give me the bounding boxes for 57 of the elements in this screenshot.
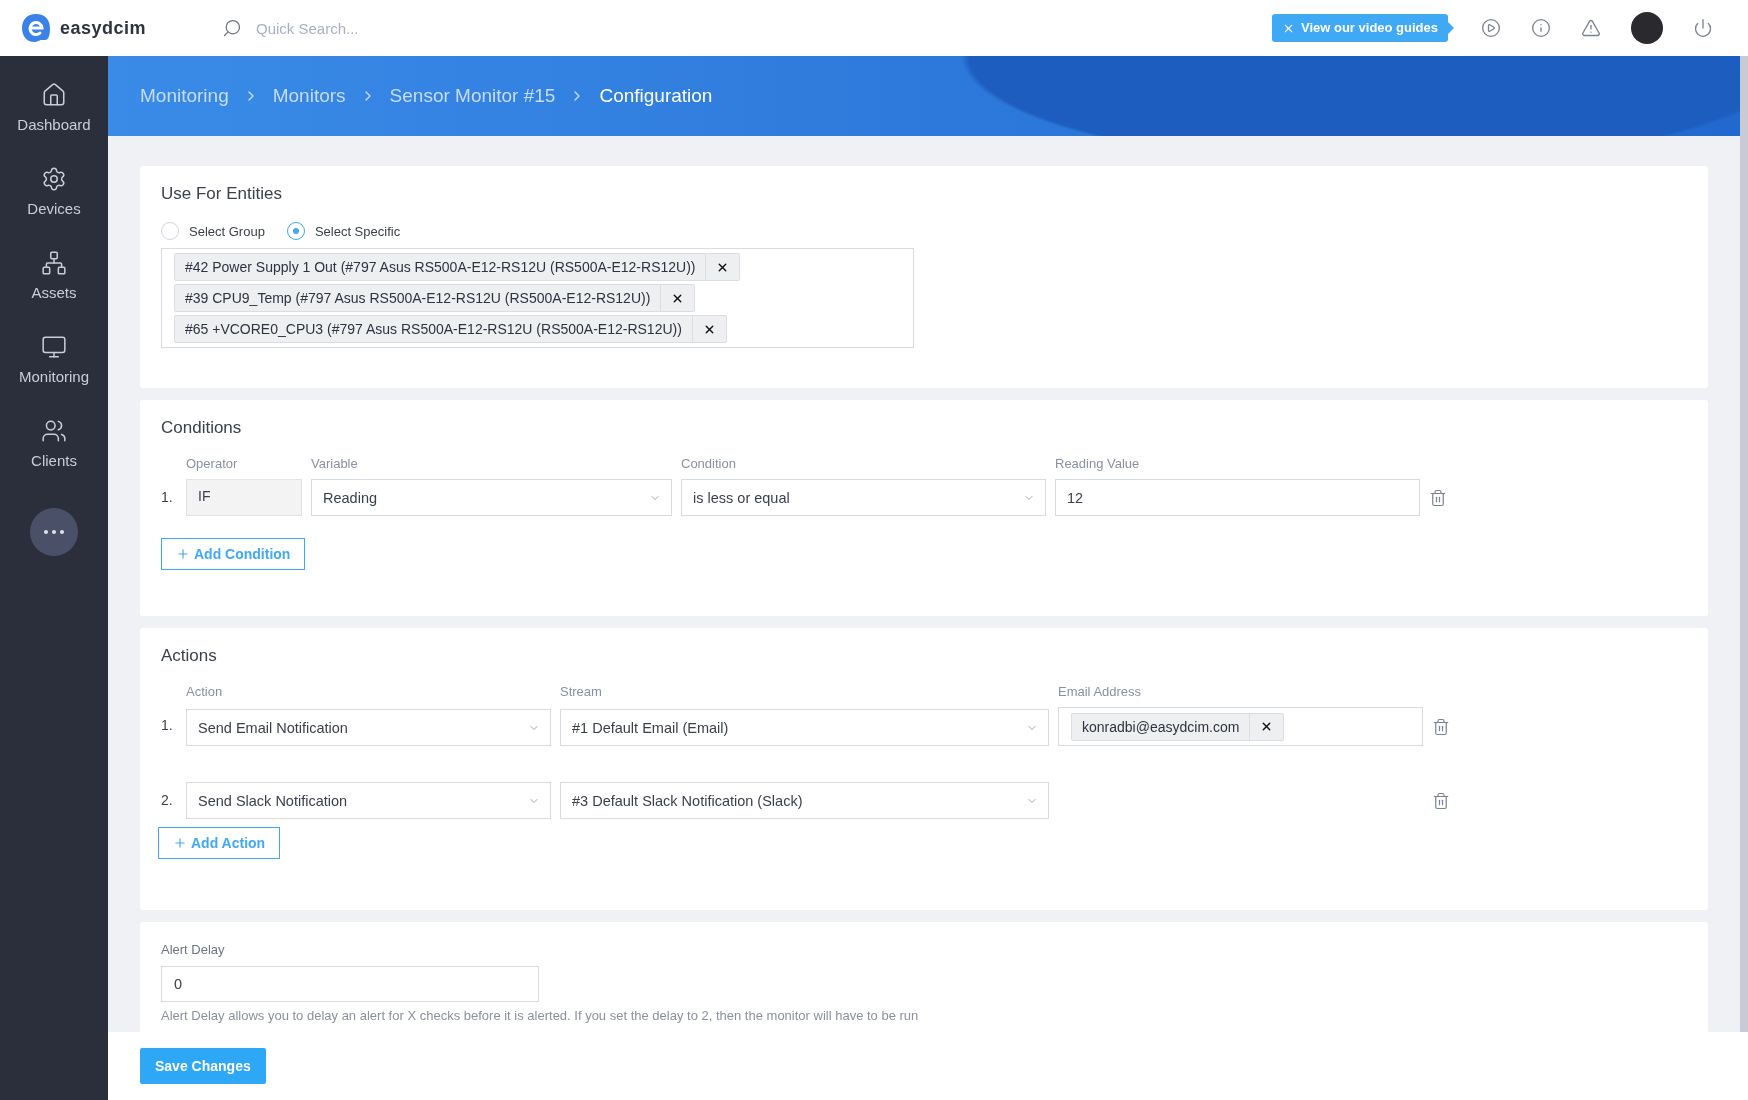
more-button[interactable] <box>30 508 78 556</box>
card-title: Actions <box>161 646 218 666</box>
monitor-icon <box>41 334 67 360</box>
column-label: Variable <box>311 456 359 473</box>
stream-select[interactable]: #1 Default Email (Email) <box>560 709 1049 746</box>
logo-icon <box>20 12 52 44</box>
power-icon[interactable] <box>1693 18 1713 38</box>
condition-select[interactable]: is less or equal <box>681 479 1046 516</box>
help-text: Alert Delay allows you to delay an alert for X checks before it is alerted. If you set the delay to 2, then the monitor will have to be run <box>161 1008 920 1023</box>
plus-icon <box>176 547 190 561</box>
play-icon[interactable] <box>1481 18 1501 38</box>
column-label: Operator <box>186 456 239 473</box>
card-title: Conditions <box>161 418 243 438</box>
sidebar-item[interactable]: Dashboard <box>17 82 91 166</box>
stream-select[interactable]: #3 Default Slack Notification (Slack) <box>560 782 1049 819</box>
home-icon <box>41 82 67 108</box>
warning-icon[interactable] <box>1581 18 1601 38</box>
sidebar-item[interactable]: Assets <box>31 250 77 334</box>
logo-text: easydcim <box>60 17 147 39</box>
field-label: Alert Delay <box>161 942 225 957</box>
email-field[interactable]: konradbi@easydcim.com <box>1058 707 1423 746</box>
row-number: 1. <box>161 488 174 505</box>
gear-icon <box>41 166 67 192</box>
sidebar-item[interactable]: Devices <box>27 166 81 250</box>
alert-delay-field[interactable]: 0 <box>161 966 539 1002</box>
tag-label: #65 +VCORE0_CPU3 (#797 Asus RS500A-E12-RS12U (RS500A-E12-RS12U)) <box>184 321 683 337</box>
column-label: Condition <box>681 456 737 473</box>
action-select[interactable]: Send Email Notification <box>186 709 551 746</box>
plus-icon <box>173 836 187 850</box>
row-number: 1. <box>161 716 174 733</box>
action-select[interactable]: Send Slack Notification <box>186 782 551 819</box>
column-label: Email Address <box>1058 684 1143 701</box>
scrollbar[interactable] <box>1740 56 1748 1032</box>
radio-option[interactable]: Select Group <box>161 222 265 240</box>
pointer-icon <box>1448 22 1454 34</box>
info-icon[interactable] <box>1531 18 1551 38</box>
card-title: Use For Entities <box>161 184 283 204</box>
sidebar-item[interactable]: Clients <box>31 418 77 502</box>
breadcrumb-link[interactable]: Configuration <box>599 85 713 107</box>
radio-option[interactable]: Select Specific <box>286 222 401 240</box>
avatar[interactable] <box>1631 12 1663 44</box>
column-label: Action <box>186 684 224 701</box>
tag-label: #39 CPU9_Temp (#797 Asus RS500A-E12-RS12U (RS500A-E12-RS12U)) <box>184 290 652 306</box>
operator-field: IF <box>186 479 302 516</box>
row-number: 2. <box>161 791 174 808</box>
hierarchy-icon <box>41 250 67 276</box>
entities-field[interactable]: #42 Power Supply 1 Out (#797 Asus RS500A-E12-RS12U (RS500A-E12-RS12U)) #39 CPU9_Temp (#797 Asus RS500A-E12-RS12U (RS500A-E12-RS12U)) #65 +VCORE0_CPU3 (#797 Asus RS500A-E12-RS12U (RS500A-E12-RS12U)) <box>161 248 914 348</box>
search-icon[interactable] <box>222 18 242 38</box>
reading-value-field[interactable]: 12 <box>1055 479 1420 516</box>
users-icon <box>41 418 67 444</box>
variable-select[interactable]: Reading <box>311 479 672 516</box>
dots-icon <box>44 530 64 534</box>
sidebar-item[interactable]: Monitoring <box>18 334 89 418</box>
column-label: Stream <box>560 684 603 701</box>
column-label: Reading Value <box>1055 456 1141 473</box>
tag-label: konradbi@easydcim.com <box>1081 718 1241 735</box>
tag-label: #42 Power Supply 1 Out (#797 Asus RS500A-E12-RS12U (RS500A-E12-RS12U)) <box>184 259 697 275</box>
